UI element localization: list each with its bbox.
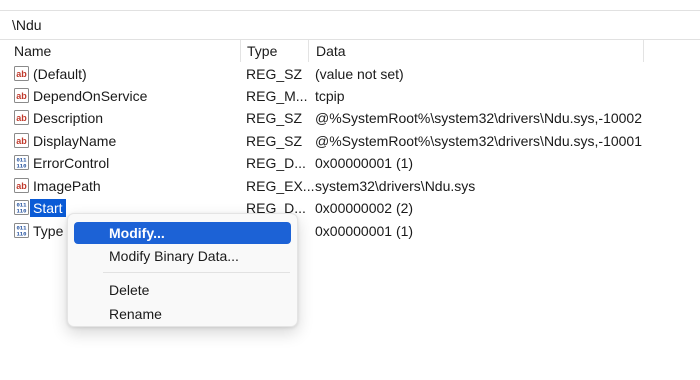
string-value-icon: ab <box>14 133 29 148</box>
value-data: (value not set) <box>315 66 404 82</box>
value-data: @%SystemRoot%\system32\drivers\Ndu.sys,-… <box>315 110 642 126</box>
registry-value-row[interactable]: ab DependOnService REG_M... tcpip <box>0 85 700 107</box>
value-name: Start <box>30 199 66 217</box>
value-type: REG_SZ <box>246 66 303 82</box>
value-data: tcpip <box>315 88 345 104</box>
value-name: Type <box>33 223 64 239</box>
menu-item-label: Rename <box>109 306 162 322</box>
registry-value-row[interactable]: ab ImagePath REG_EX... system32\drivers\… <box>0 175 700 197</box>
context-menu: Modify... Modify Binary Data... Delete R… <box>67 213 298 327</box>
menu-item-rename[interactable]: Rename <box>74 303 291 325</box>
binary-value-icon: 011 110 <box>14 223 29 238</box>
column-divider[interactable] <box>240 40 241 62</box>
registry-path: \Ndu <box>12 17 42 33</box>
value-name: Description <box>33 110 104 126</box>
menu-item-modify-binary-data[interactable]: Modify Binary Data... <box>74 245 291 267</box>
value-type: REG_M... <box>246 88 308 104</box>
string-value-icon: ab <box>14 178 29 193</box>
address-bar[interactable]: \Ndu <box>0 10 700 40</box>
value-name: DisplayName <box>33 133 117 149</box>
svg-text:ab: ab <box>16 181 27 191</box>
svg-text:ab: ab <box>16 113 27 123</box>
value-name: (Default) <box>33 66 87 82</box>
menu-item-label: Modify... <box>109 225 165 241</box>
menu-item-modify[interactable]: Modify... <box>74 222 291 244</box>
menu-item-label: Modify Binary Data... <box>109 248 239 264</box>
svg-text:110: 110 <box>16 208 27 215</box>
value-name: ErrorControl <box>33 155 110 171</box>
registry-value-row[interactable]: 011 110 ErrorControl REG_D... 0x00000001… <box>0 152 700 174</box>
value-type: REG_D... <box>246 155 306 171</box>
column-header-name[interactable]: Name <box>14 43 51 59</box>
svg-text:110: 110 <box>16 231 27 238</box>
svg-text:110: 110 <box>16 163 27 170</box>
column-header: Name Type Data <box>0 40 700 62</box>
value-name: ImagePath <box>33 178 101 194</box>
value-data: 0x00000002 (2) <box>315 200 414 216</box>
value-data: 0x00000001 (1) <box>315 155 414 171</box>
string-value-icon: ab <box>14 88 29 103</box>
registry-value-row[interactable]: ab (Default) REG_SZ (value not set) <box>0 63 700 85</box>
value-type: REG_SZ <box>246 110 303 126</box>
value-data: @%SystemRoot%\system32\drivers\Ndu.sys,-… <box>315 133 642 149</box>
svg-text:ab: ab <box>16 91 27 101</box>
value-name: DependOnService <box>33 88 148 104</box>
string-value-icon: ab <box>14 110 29 125</box>
value-type: REG_EX... <box>246 178 315 194</box>
column-header-data[interactable]: Data <box>316 43 346 59</box>
column-divider[interactable] <box>308 40 309 62</box>
column-header-type[interactable]: Type <box>247 43 277 59</box>
svg-text:ab: ab <box>16 69 27 79</box>
string-value-icon: ab <box>14 66 29 81</box>
value-data: system32\drivers\Ndu.sys <box>315 178 476 194</box>
registry-value-row[interactable]: ab Description REG_SZ @%SystemRoot%\syst… <box>0 107 700 129</box>
value-type: REG_SZ <box>246 133 303 149</box>
column-divider[interactable] <box>643 40 644 62</box>
menu-item-delete[interactable]: Delete <box>74 279 291 301</box>
binary-value-icon: 011 110 <box>14 200 29 215</box>
registry-value-row[interactable]: ab DisplayName REG_SZ @%SystemRoot%\syst… <box>0 130 700 152</box>
menu-item-label: Delete <box>109 282 150 298</box>
svg-text:ab: ab <box>16 136 27 146</box>
menu-separator <box>103 272 290 273</box>
value-data: 0x00000001 (1) <box>315 223 414 239</box>
binary-value-icon: 011 110 <box>14 155 29 170</box>
